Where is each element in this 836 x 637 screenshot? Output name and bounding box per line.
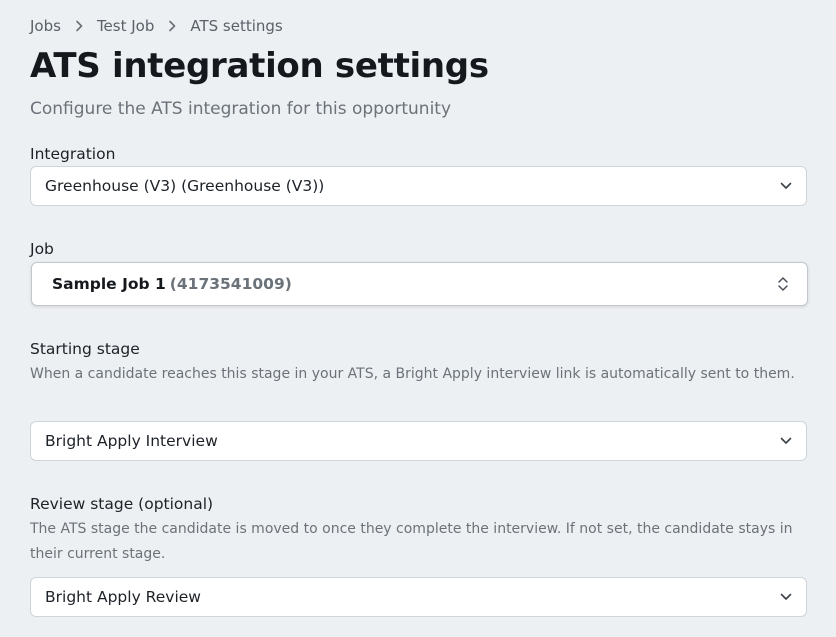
ats-settings-page: Jobs Test Job ATS settings ATS integrati… xyxy=(0,0,836,637)
page-subtitle: Configure the ATS integration for this o… xyxy=(30,99,452,119)
review-stage-select[interactable]: Bright Apply Review xyxy=(30,577,807,617)
integration-select[interactable]: Greenhouse (V3) (Greenhouse (V3)) xyxy=(30,166,807,206)
breadcrumb-ats-settings[interactable]: ATS settings xyxy=(190,17,282,35)
breadcrumb: Jobs Test Job ATS settings xyxy=(30,16,283,36)
starting-stage-label: Starting stage xyxy=(30,340,140,358)
breadcrumb-test-job[interactable]: Test Job xyxy=(97,17,154,35)
chevron-down-icon xyxy=(780,593,792,601)
chevron-right-icon xyxy=(75,20,83,32)
starting-stage-select[interactable]: Bright Apply Interview xyxy=(30,421,807,461)
integration-value: Greenhouse (V3) (Greenhouse (V3)) xyxy=(45,177,325,195)
up-down-chevron-icon xyxy=(777,276,789,292)
review-stage-label: Review stage (optional) xyxy=(30,495,214,513)
page-title: ATS integration settings xyxy=(30,46,489,86)
integration-label: Integration xyxy=(30,145,116,163)
job-selected: Sample Job 1 (4173541009) xyxy=(52,275,292,293)
starting-stage-help: When a candidate reaches this stage in y… xyxy=(30,366,795,382)
job-combobox[interactable]: Sample Job 1 (4173541009) xyxy=(31,262,808,306)
starting-stage-value: Bright Apply Interview xyxy=(45,432,218,450)
job-id: (4173541009) xyxy=(169,275,292,293)
chevron-down-icon xyxy=(780,437,792,445)
review-stage-help: The ATS stage the candidate is moved to … xyxy=(30,521,793,562)
job-name: Sample Job 1 xyxy=(52,275,166,293)
review-stage-value: Bright Apply Review xyxy=(45,588,201,606)
chevron-right-icon xyxy=(168,20,176,32)
chevron-down-icon xyxy=(780,182,792,190)
breadcrumb-jobs[interactable]: Jobs xyxy=(30,17,61,35)
job-label: Job xyxy=(30,240,54,258)
